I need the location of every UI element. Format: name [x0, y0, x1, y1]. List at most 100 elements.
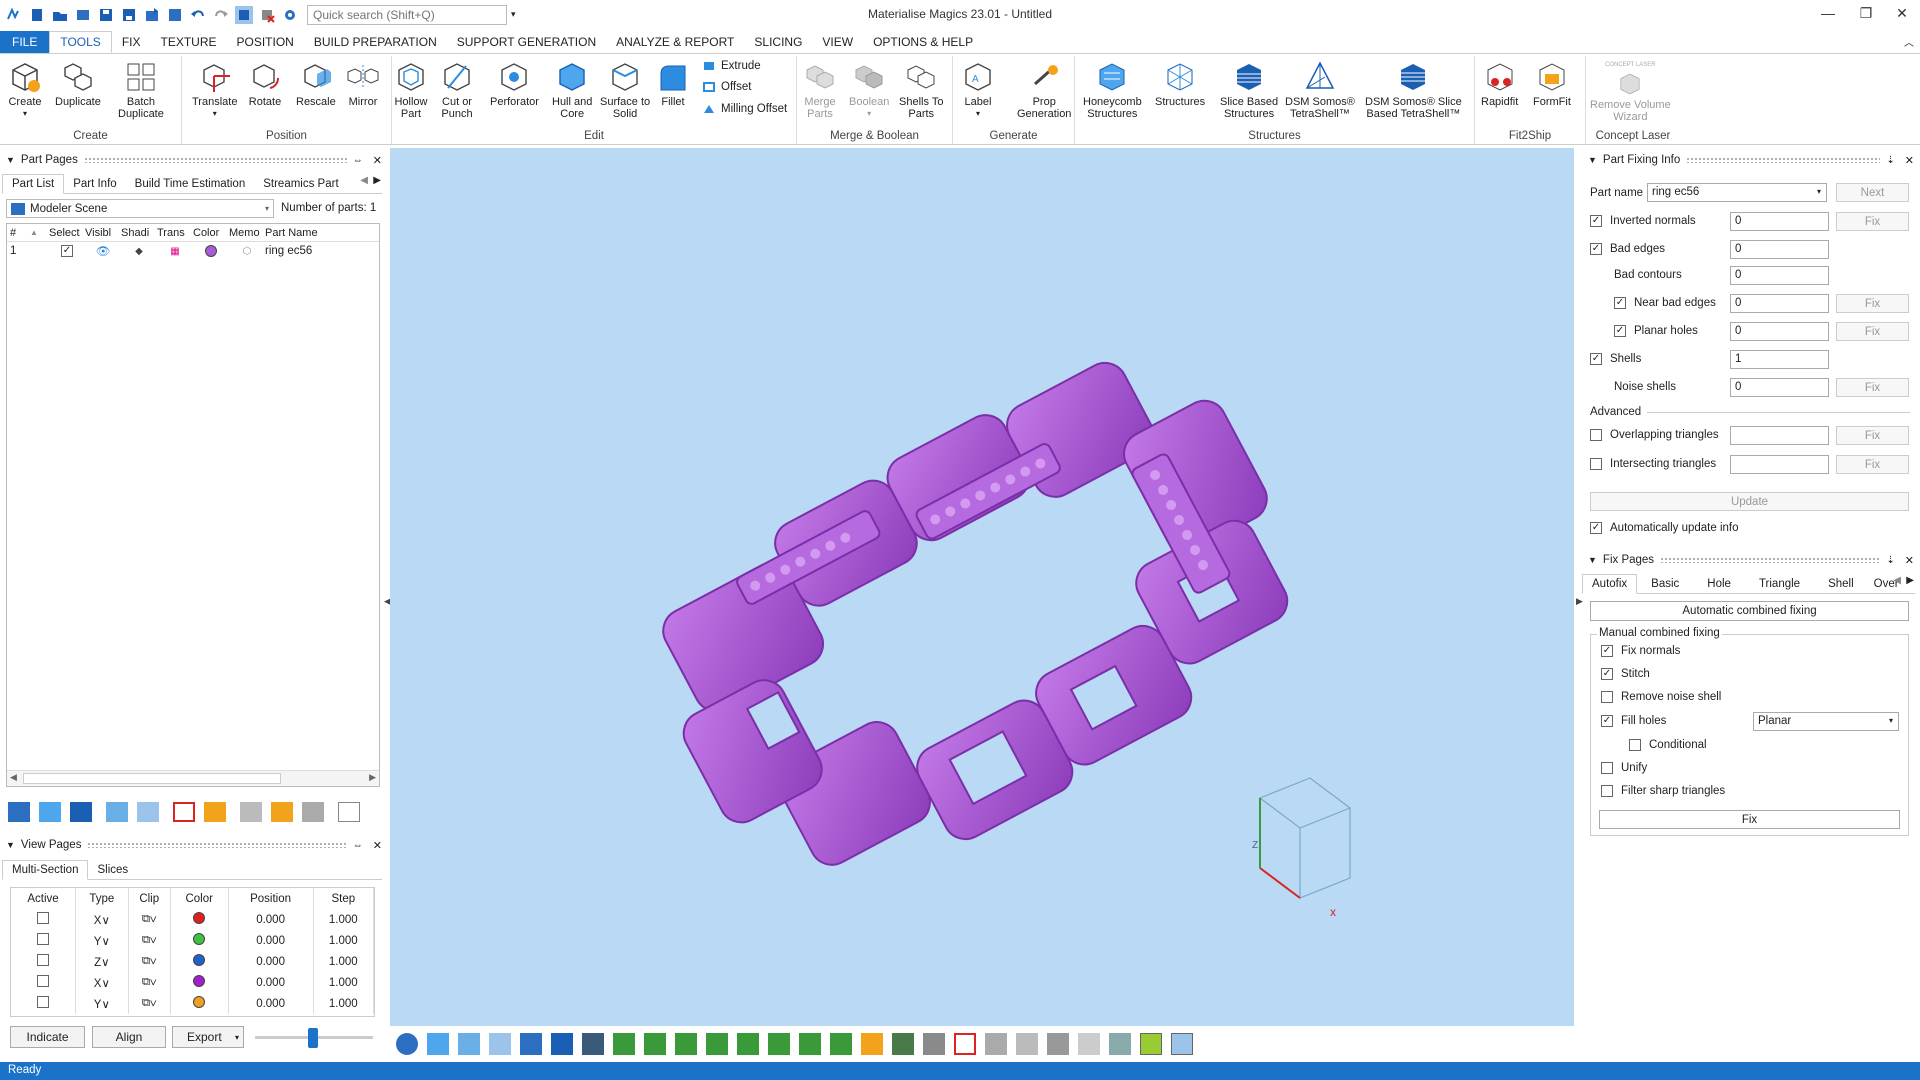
section-row[interactable]: X∨ ⧉∨ 0.000 1.000: [11, 972, 375, 993]
near-bad-edges-checkbox[interactable]: ✓: [1614, 297, 1626, 309]
filter-icon[interactable]: [302, 802, 324, 822]
save-icon[interactable]: [97, 6, 115, 24]
zoom-selection-icon[interactable]: [489, 1033, 511, 1055]
tab-texture[interactable]: TEXTURE: [150, 31, 226, 53]
save-project-icon[interactable]: [166, 6, 184, 24]
unmark-triangle-icon[interactable]: [985, 1033, 1007, 1055]
search-options-chevron-icon[interactable]: ▾: [511, 9, 516, 20]
pin-icon[interactable]: ⇣: [1886, 155, 1894, 166]
tab-fix[interactable]: FIX: [112, 31, 151, 53]
tab-basic[interactable]: Basic: [1637, 575, 1693, 593]
bucket-icon[interactable]: [240, 802, 262, 822]
col-shading[interactable]: Shadi: [121, 227, 157, 239]
tab-triangle[interactable]: Triangle: [1745, 575, 1814, 593]
prop-generation-button[interactable]: Prop Generation: [1017, 60, 1071, 120]
pin-icon[interactable]: ⇣: [1886, 555, 1894, 566]
col-transparency[interactable]: Trans: [157, 227, 193, 239]
step-value[interactable]: 1.000: [313, 951, 375, 972]
clip-select-icon[interactable]: ⧉∨: [128, 909, 171, 930]
mark-bad-icon[interactable]: [1109, 1033, 1131, 1055]
collapse-triangle-icon[interactable]: ▼: [6, 840, 15, 850]
quick-search-input[interactable]: [307, 4, 507, 25]
triangle-toggle-icon[interactable]: [1140, 1033, 1162, 1055]
tab-autofix[interactable]: Autofix: [1582, 574, 1638, 594]
collapse-triangle-icon[interactable]: ▼: [6, 155, 15, 165]
tab-multi-section[interactable]: Multi-Section: [2, 860, 89, 880]
new-file-icon[interactable]: [28, 6, 46, 24]
col-color[interactable]: Color: [193, 227, 229, 239]
tab-support-generation[interactable]: SUPPORT GENERATION: [447, 31, 606, 53]
indicate-button[interactable]: Indicate: [10, 1026, 85, 1048]
mark-plane-icon[interactable]: [644, 1033, 666, 1055]
shells-checkbox[interactable]: ✓: [1590, 353, 1602, 365]
remove-volume-wizard-button[interactable]: CONCEPT LASER Remove Volume Wizard: [1590, 59, 1671, 123]
select-visible-icon[interactable]: [39, 802, 61, 822]
hull-and-core-button[interactable]: Hull and Core: [552, 60, 592, 120]
mark-window-icon[interactable]: [737, 1033, 759, 1055]
align-button[interactable]: Align: [92, 1026, 166, 1048]
drag-grip[interactable]: [1686, 157, 1881, 163]
milling-offset-button[interactable]: Milling Offset: [702, 103, 787, 115]
rotate-button[interactable]: Rotate: [248, 60, 282, 108]
col-visible[interactable]: Visibl: [85, 227, 121, 239]
rapidfit-button[interactable]: Rapidfit: [1481, 60, 1518, 108]
auto-update-checkbox[interactable]: ✓: [1590, 522, 1602, 534]
tab-shell[interactable]: Shell: [1814, 575, 1868, 593]
merge-parts-button[interactable]: Merge Parts: [803, 60, 837, 120]
honeycomb-structures-button[interactable]: Honeycomb Structures: [1083, 60, 1142, 120]
drag-grip[interactable]: [87, 842, 347, 848]
fill-holes-checkbox[interactable]: ✓: [1601, 715, 1613, 727]
open-file-icon[interactable]: [51, 6, 69, 24]
mirror-button[interactable]: Mirror: [346, 60, 380, 108]
fill-holes-mode-select[interactable]: Planar ▾: [1753, 712, 1899, 731]
inverted-normals-checkbox[interactable]: ✓: [1590, 215, 1602, 227]
mark-contour-icon[interactable]: [799, 1033, 821, 1055]
mark-noise-icon[interactable]: [1078, 1033, 1100, 1055]
fix-noise-shells-button[interactable]: Fix: [1836, 378, 1909, 397]
shading-mode-icon[interactable]: [582, 1033, 604, 1055]
section-row[interactable]: Y∨ ⧉∨ 0.000 1.000: [11, 993, 375, 1014]
tab-options-help[interactable]: OPTIONS & HELP: [863, 31, 983, 53]
dsm-somos-tetrashell-button[interactable]: DSM Somos® TetraShell™: [1285, 60, 1355, 120]
slice-based-structures-button[interactable]: Slice Based Structures: [1220, 60, 1278, 120]
tab-slicing[interactable]: SLICING: [744, 31, 812, 53]
filter-sharp-triangles-checkbox[interactable]: [1601, 785, 1613, 797]
stitch-checkbox[interactable]: ✓: [1601, 668, 1613, 680]
plane-icon[interactable]: [271, 802, 293, 822]
translate-button[interactable]: Translate ▾: [192, 60, 237, 120]
update-button[interactable]: Update: [1590, 492, 1909, 511]
intersecting-triangles-checkbox[interactable]: [1590, 458, 1602, 470]
create-button[interactable]: Create ▾: [8, 60, 42, 120]
next-button[interactable]: Next: [1836, 183, 1909, 202]
right-splitter-handle[interactable]: ▶: [1576, 596, 1583, 607]
app-logo-icon[interactable]: [5, 6, 23, 24]
tab-part-info[interactable]: Part Info: [64, 175, 125, 193]
batch-duplicate-button[interactable]: Batch Duplicate: [118, 60, 164, 120]
drag-grip[interactable]: [83, 157, 347, 163]
tab-tools[interactable]: TOOLS: [49, 31, 112, 53]
memo-icon[interactable]: ⬡: [229, 246, 265, 257]
drag-grip[interactable]: [1660, 557, 1881, 563]
section-color-swatch[interactable]: [193, 975, 206, 987]
tab-file[interactable]: FILE: [0, 31, 50, 53]
close-panel-icon[interactable]: ✕: [1905, 154, 1914, 167]
scroll-right-icon[interactable]: ▶: [369, 772, 376, 783]
zoom-window-icon[interactable]: [427, 1033, 449, 1055]
ring-part-model[interactable]: Z x: [390, 148, 1574, 1026]
settings-gear-icon[interactable]: [281, 6, 299, 24]
part-name-select[interactable]: ring ec56 ▾: [1647, 183, 1827, 202]
tab-scroll-left-icon[interactable]: ◀: [1893, 575, 1901, 586]
close-window-button[interactable]: ✕: [1884, 2, 1920, 24]
tab-streamics-part[interactable]: Streamics Part: [254, 175, 347, 193]
extrude-button[interactable]: Extrude: [702, 60, 761, 72]
tab-build-preparation[interactable]: BUILD PREPARATION: [304, 31, 447, 53]
fix-near-bad-edges-button[interactable]: Fix: [1836, 294, 1909, 313]
orientation-cube[interactable]: Z x: [1252, 777, 1352, 919]
zoom-icon[interactable]: [396, 1033, 418, 1055]
tab-slices[interactable]: Slices: [88, 861, 137, 879]
overlapping-triangles-checkbox[interactable]: [1590, 429, 1602, 441]
part-tools-icon[interactable]: [204, 802, 226, 822]
label-button[interactable]: A Label ▾: [961, 60, 995, 120]
redo-icon[interactable]: [212, 6, 230, 24]
conditional-checkbox[interactable]: [1629, 739, 1641, 751]
